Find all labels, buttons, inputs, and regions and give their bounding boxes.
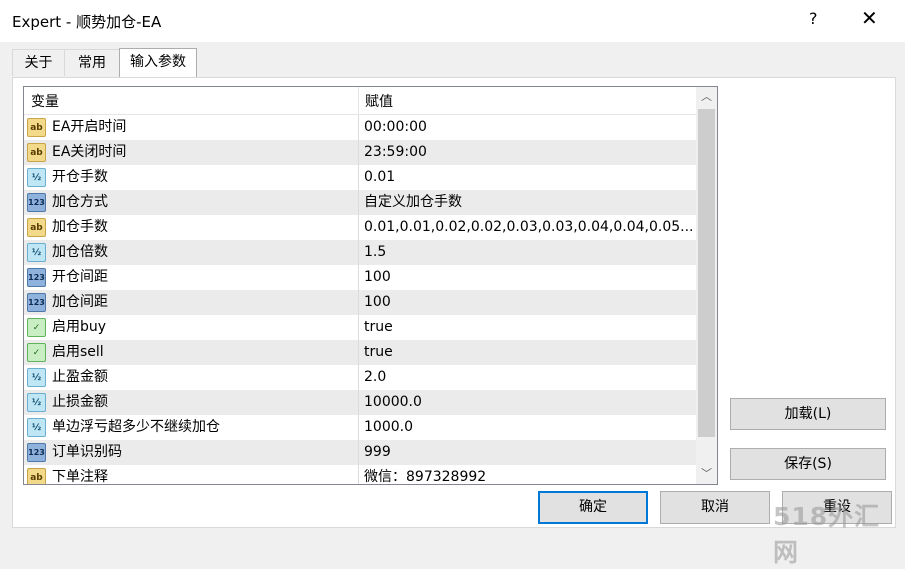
value-cell[interactable]: 1000.0 xyxy=(364,415,694,440)
tab-about[interactable]: 关于 xyxy=(12,49,65,76)
table-row[interactable]: ½ 止损金额 10000.0 xyxy=(24,390,696,415)
double-icon: ½ xyxy=(27,393,46,412)
value-cell[interactable]: 999 xyxy=(364,440,694,465)
variable-cell[interactable]: ½ 开仓手数 xyxy=(24,165,359,190)
bool-icon: ✓ xyxy=(27,343,46,362)
variable-cell[interactable]: ½ 单边浮亏超多少不继续加仓 xyxy=(24,415,359,440)
variable-name: 加仓手数 xyxy=(52,219,108,235)
save-button[interactable]: 保存(S) xyxy=(730,448,886,480)
vertical-scrollbar[interactable]: ︿ ﹀ xyxy=(696,87,717,484)
variable-name: 订单识别码 xyxy=(52,444,122,460)
string-icon: ab xyxy=(27,218,46,237)
variable-name: 开仓间距 xyxy=(52,269,108,285)
cancel-button[interactable]: 取消 xyxy=(660,491,770,524)
variable-name: 止损金额 xyxy=(52,394,108,410)
bool-icon: ✓ xyxy=(27,318,46,337)
string-icon: ab xyxy=(27,118,46,137)
variable-name: 加仓方式 xyxy=(52,194,108,210)
string-icon: ab xyxy=(27,468,46,484)
title-bar: Expert - 顺势加仓-EA ? ✕ xyxy=(0,0,905,42)
variable-name: 加仓间距 xyxy=(52,294,108,310)
variable-cell[interactable]: ab 加仓手数 xyxy=(24,215,359,240)
watermark: 518外汇网 xyxy=(773,502,881,567)
table-row[interactable]: ab 下单注释 微信：897328992 xyxy=(24,465,696,485)
variable-name: 启用sell xyxy=(52,344,104,360)
load-button[interactable]: 加载(L) xyxy=(730,398,886,430)
variable-cell[interactable]: 123 开仓间距 xyxy=(24,265,359,290)
variable-cell[interactable]: ✓ 启用sell xyxy=(24,340,359,365)
value-cell[interactable]: 1.5 xyxy=(364,240,694,265)
value-cell[interactable]: 100 xyxy=(364,265,694,290)
double-icon: ½ xyxy=(27,243,46,262)
value-cell[interactable]: true xyxy=(364,315,694,340)
variable-name: 开仓手数 xyxy=(52,169,108,185)
table-row[interactable]: ✓ 启用buy true xyxy=(24,315,696,340)
variable-cell[interactable]: 123 加仓方式 xyxy=(24,190,359,215)
integer-icon: 123 xyxy=(27,293,46,312)
variable-cell[interactable]: ab 下单注释 xyxy=(24,465,359,485)
integer-icon: 123 xyxy=(27,443,46,462)
variable-name: EA开启时间 xyxy=(52,119,127,135)
value-cell[interactable]: 10000.0 xyxy=(364,390,694,415)
value-cell[interactable]: 23:59:00 xyxy=(364,140,694,165)
variable-cell[interactable]: ½ 止损金额 xyxy=(24,390,359,415)
value-cell[interactable]: 自定义加仓手数 xyxy=(364,190,694,215)
scroll-up-icon[interactable]: ︿ xyxy=(696,87,717,107)
value-cell[interactable]: true xyxy=(364,340,694,365)
variable-name: EA关闭时间 xyxy=(52,144,127,160)
table-row[interactable]: ½ 单边浮亏超多少不继续加仓 1000.0 xyxy=(24,415,696,440)
variable-cell[interactable]: 123 加仓间距 xyxy=(24,290,359,315)
variable-cell[interactable]: 123 订单识别码 xyxy=(24,440,359,465)
table-row[interactable]: ab EA开启时间 00:00:00 xyxy=(24,115,696,140)
table-row[interactable]: 123 开仓间距 100 xyxy=(24,265,696,290)
close-icon[interactable]: ✕ xyxy=(861,6,878,30)
table-row[interactable]: ab 加仓手数 0.01,0.01,0.02,0.02,0.03,0.03,0.04… xyxy=(24,215,696,240)
variable-name: 下单注释 xyxy=(52,469,108,485)
string-icon: ab xyxy=(27,143,46,162)
variable-cell[interactable]: ✓ 启用buy xyxy=(24,315,359,340)
double-icon: ½ xyxy=(27,418,46,437)
tab-inputs[interactable]: 输入参数 xyxy=(119,48,197,77)
help-icon[interactable]: ? xyxy=(809,9,818,28)
parameter-grid: 变量 赋值 ab EA开启时间 00:00:00 ab EA关闭时间 23:59:00 ½ 开… xyxy=(23,86,718,485)
variable-cell[interactable]: ½ 止盈金额 xyxy=(24,365,359,390)
column-header-value[interactable]: 赋值 xyxy=(365,91,393,111)
column-header-variable[interactable]: 变量 xyxy=(31,91,59,111)
variable-cell[interactable]: ab EA开启时间 xyxy=(24,115,359,140)
variable-name: 加仓倍数 xyxy=(52,244,108,260)
scroll-down-icon[interactable]: ﹀ xyxy=(696,464,717,484)
double-icon: ½ xyxy=(27,368,46,387)
variable-cell[interactable]: ab EA关闭时间 xyxy=(24,140,359,165)
column-divider[interactable] xyxy=(358,87,359,114)
table-row[interactable]: ½ 止盈金额 2.0 xyxy=(24,365,696,390)
scroll-thumb[interactable] xyxy=(698,109,715,437)
integer-icon: 123 xyxy=(27,268,46,287)
grid-rows: ab EA开启时间 00:00:00 ab EA关闭时间 23:59:00 ½ 开仓手数 0.0… xyxy=(24,115,696,485)
double-icon: ½ xyxy=(27,168,46,187)
value-cell[interactable]: 100 xyxy=(364,290,694,315)
grid-header: 变量 赋值 xyxy=(24,87,696,115)
table-row[interactable]: ✓ 启用sell true xyxy=(24,340,696,365)
value-cell[interactable]: 00:00:00 xyxy=(364,115,694,140)
variable-name: 单边浮亏超多少不继续加仓 xyxy=(52,419,220,435)
variable-cell[interactable]: ½ 加仓倍数 xyxy=(24,240,359,265)
table-row[interactable]: ½ 开仓手数 0.01 xyxy=(24,165,696,190)
tab-common[interactable]: 常用 xyxy=(64,49,120,76)
table-row[interactable]: 123 订单识别码 999 xyxy=(24,440,696,465)
table-row[interactable]: 123 加仓方式 自定义加仓手数 xyxy=(24,190,696,215)
integer-icon: 123 xyxy=(27,193,46,212)
value-cell[interactable]: 0.01 xyxy=(364,165,694,190)
variable-name: 止盈金额 xyxy=(52,369,108,385)
table-row[interactable]: ½ 加仓倍数 1.5 xyxy=(24,240,696,265)
variable-name: 启用buy xyxy=(52,319,107,335)
table-row[interactable]: 123 加仓间距 100 xyxy=(24,290,696,315)
value-cell[interactable]: 微信：897328992 xyxy=(364,465,694,484)
value-cell[interactable]: 2.0 xyxy=(364,365,694,390)
value-cell[interactable]: 0.01,0.01,0.02,0.02,0.03,0.03,0.04,0.04,… xyxy=(364,215,694,240)
table-row[interactable]: ab EA关闭时间 23:59:00 xyxy=(24,140,696,165)
window-title: Expert - 顺势加仓-EA xyxy=(12,13,162,31)
ok-button[interactable]: 确定 xyxy=(538,491,648,524)
